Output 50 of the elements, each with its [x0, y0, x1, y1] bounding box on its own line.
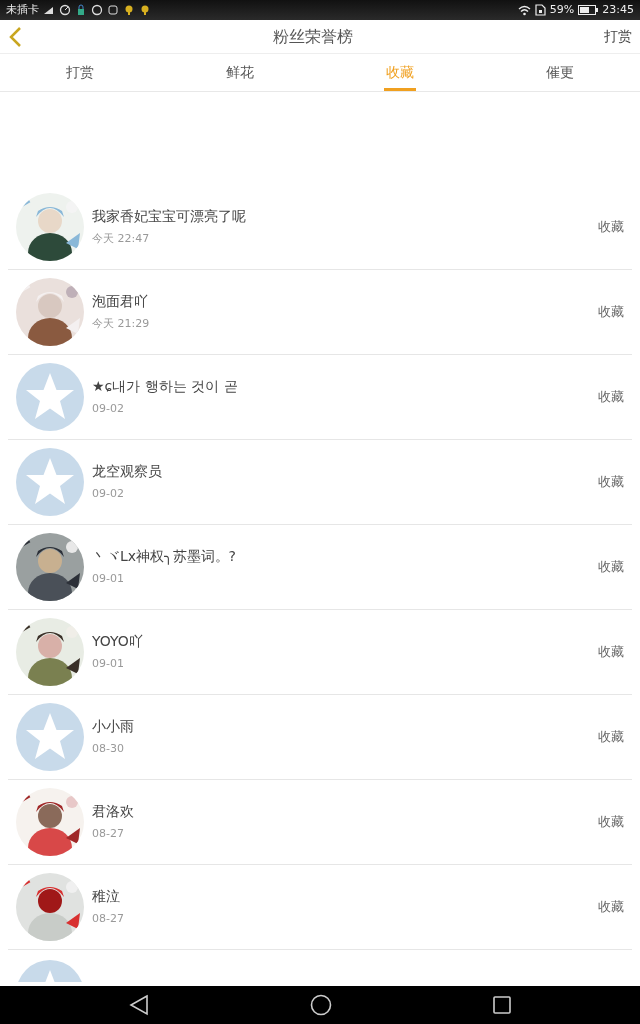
user-name: 丶ヾLx神权╮苏墨词。? — [92, 547, 236, 567]
home-icon[interactable] — [310, 994, 332, 1016]
wifi-icon — [517, 4, 531, 16]
sim-icon — [534, 4, 546, 16]
back-icon[interactable] — [128, 994, 150, 1016]
tab[interactable]: 鲜花 — [224, 56, 256, 91]
action-label: 收藏 — [598, 218, 624, 237]
user-name: ★ɕ내가 행하는 것이 곧 — [92, 377, 238, 397]
user-name: YOYO吖 — [92, 632, 143, 652]
lock-icon — [75, 4, 87, 16]
recents-icon[interactable] — [492, 995, 512, 1015]
action-label: 收藏 — [598, 643, 624, 662]
clock-text: 23:45 — [602, 1, 634, 18]
user-name: 小小雨 — [92, 717, 134, 737]
timestamp: 08-27 — [92, 826, 124, 843]
timestamp: 09-01 — [92, 571, 124, 588]
action-label: 收藏 — [598, 898, 624, 917]
battery-percent-text: 59% — [549, 1, 575, 18]
battery-icon — [578, 5, 599, 15]
user-name: 稚泣 — [92, 887, 120, 907]
action-label: 收藏 — [598, 558, 624, 577]
user-name: 泡面君吖 — [92, 292, 148, 312]
carrier-text: 未插卡 — [6, 1, 39, 18]
circle-icon — [91, 4, 103, 16]
timestamp: 08-27 — [92, 911, 124, 928]
timestamp: 09-01 — [92, 656, 124, 673]
signal-off-icon — [43, 4, 55, 16]
default-avatar-icon — [16, 363, 84, 431]
timestamp: 今天 21:29 — [92, 316, 150, 333]
gauge-icon — [59, 4, 71, 16]
user-name: 我家香妃宝宝可漂亮了呢 — [92, 207, 246, 227]
action-label: 收藏 — [598, 473, 624, 492]
user-name: 龙空观察员 — [92, 462, 162, 482]
tab[interactable]: 催更 — [544, 56, 576, 91]
page-title: 粉丝荣誉榜 — [273, 25, 353, 48]
timestamp: 09-02 — [92, 486, 124, 503]
action-label: 收藏 — [598, 303, 624, 322]
timestamp: 08-30 — [92, 741, 124, 758]
user-name: 君洛欢 — [92, 802, 134, 822]
tab[interactable]: 打赏 — [64, 56, 96, 91]
action-label: 收藏 — [598, 388, 624, 407]
action-label: 收藏 — [598, 813, 624, 832]
action-label: 收藏 — [598, 728, 624, 747]
timestamp: 今天 22:47 — [92, 231, 150, 248]
default-avatar-icon — [16, 448, 84, 516]
bulb-icon — [139, 4, 151, 16]
default-avatar-icon — [16, 703, 84, 771]
timestamp: 09-02 — [92, 401, 124, 418]
tip-button[interactable]: 打赏 — [604, 26, 632, 47]
bulb-icon — [123, 4, 135, 16]
